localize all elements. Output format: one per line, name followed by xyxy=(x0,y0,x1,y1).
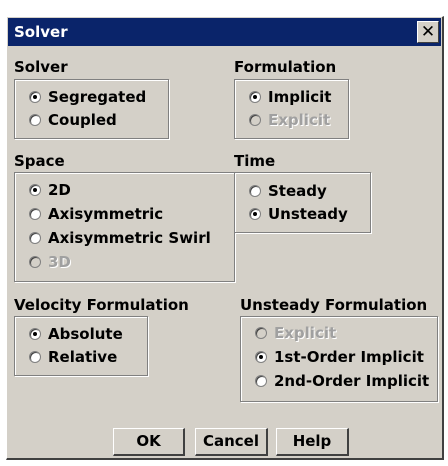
ok-button[interactable]: OK xyxy=(113,428,185,456)
velocity-formulation-group-label: Velocity Formulation xyxy=(14,296,189,314)
radio-2nd-order-implicit[interactable]: 2nd-Order Implicit xyxy=(255,371,429,391)
radio-button-selected[interactable] xyxy=(249,91,261,103)
dialog-title: Solver xyxy=(14,23,68,41)
radio-axisymmetric[interactable]: Axisymmetric xyxy=(29,204,163,224)
radio-relative[interactable]: Relative xyxy=(29,347,117,367)
radio-button[interactable] xyxy=(249,185,261,197)
radio-label: Explicit xyxy=(268,111,331,129)
space-group-label: Space xyxy=(14,152,65,170)
radio-label: 2D xyxy=(48,181,71,199)
radio-coupled[interactable]: Coupled xyxy=(29,110,117,130)
radio-label: Relative xyxy=(48,348,118,366)
title-bar[interactable]: Solver ✕ xyxy=(8,18,441,46)
radio-3d-disabled: 3D xyxy=(29,252,71,272)
radio-button-disabled xyxy=(255,327,267,339)
radio-button-selected[interactable] xyxy=(249,208,261,220)
radio-label: Segregated xyxy=(48,88,147,106)
radio-button-disabled xyxy=(249,114,261,126)
radio-button-disabled xyxy=(29,256,41,268)
radio-button-selected[interactable] xyxy=(29,184,41,196)
solver-dialog: Solver ✕ Solver Segregated Coupled Formu… xyxy=(6,16,444,460)
solver-group-label: Solver xyxy=(14,58,68,76)
radio-button-selected[interactable] xyxy=(29,91,41,103)
radio-label: Unsteady xyxy=(268,205,348,223)
radio-label: 2nd-Order Implicit xyxy=(274,372,430,390)
time-group-box: Steady Unsteady xyxy=(234,172,371,233)
radio-label: Coupled xyxy=(48,111,117,129)
radio-button[interactable] xyxy=(255,375,267,387)
radio-2d[interactable]: 2D xyxy=(29,180,71,200)
radio-label: 3D xyxy=(48,253,71,271)
radio-1st-order-implicit[interactable]: 1st-Order Implicit xyxy=(255,347,424,367)
radio-unsteady[interactable]: Unsteady xyxy=(249,204,348,224)
close-button[interactable]: ✕ xyxy=(417,21,439,43)
time-group-label: Time xyxy=(234,152,276,170)
radio-button[interactable] xyxy=(29,208,41,220)
help-button[interactable]: Help xyxy=(276,428,349,456)
formulation-group-label: Formulation xyxy=(234,58,337,76)
radio-axisymmetric-swirl[interactable]: Axisymmetric Swirl xyxy=(29,228,211,248)
radio-segregated[interactable]: Segregated xyxy=(29,87,146,107)
cancel-button[interactable]: Cancel xyxy=(195,428,268,456)
radio-label: 1st-Order Implicit xyxy=(274,348,424,366)
radio-button-selected[interactable] xyxy=(29,328,41,340)
velocity-formulation-group-box: Absolute Relative xyxy=(14,316,148,376)
unsteady-formulation-group-label: Unsteady Formulation xyxy=(240,296,428,314)
radio-steady[interactable]: Steady xyxy=(249,181,327,201)
radio-label: Absolute xyxy=(48,325,123,343)
radio-label: Implicit xyxy=(268,88,332,106)
radio-unsteady-explicit-disabled: Explicit xyxy=(255,323,336,343)
radio-button[interactable] xyxy=(29,232,41,244)
radio-label: Steady xyxy=(268,182,327,200)
radio-label: Explicit xyxy=(274,324,337,342)
formulation-group-box: Implicit Explicit xyxy=(234,79,349,139)
space-group-box: 2D Axisymmetric Axisymmetric Swirl 3D xyxy=(14,172,235,282)
radio-absolute[interactable]: Absolute xyxy=(29,324,123,344)
radio-button[interactable] xyxy=(29,114,41,126)
radio-button-selected[interactable] xyxy=(255,351,267,363)
solver-group-box: Segregated Coupled xyxy=(14,79,169,139)
close-icon: ✕ xyxy=(420,22,436,42)
radio-explicit-disabled: Explicit xyxy=(249,110,330,130)
radio-button[interactable] xyxy=(29,351,41,363)
radio-label: Axisymmetric Swirl xyxy=(48,229,211,247)
radio-implicit[interactable]: Implicit xyxy=(249,87,331,107)
radio-label: Axisymmetric xyxy=(48,205,164,223)
unsteady-formulation-group-box: Explicit 1st-Order Implicit 2nd-Order Im… xyxy=(240,316,438,402)
